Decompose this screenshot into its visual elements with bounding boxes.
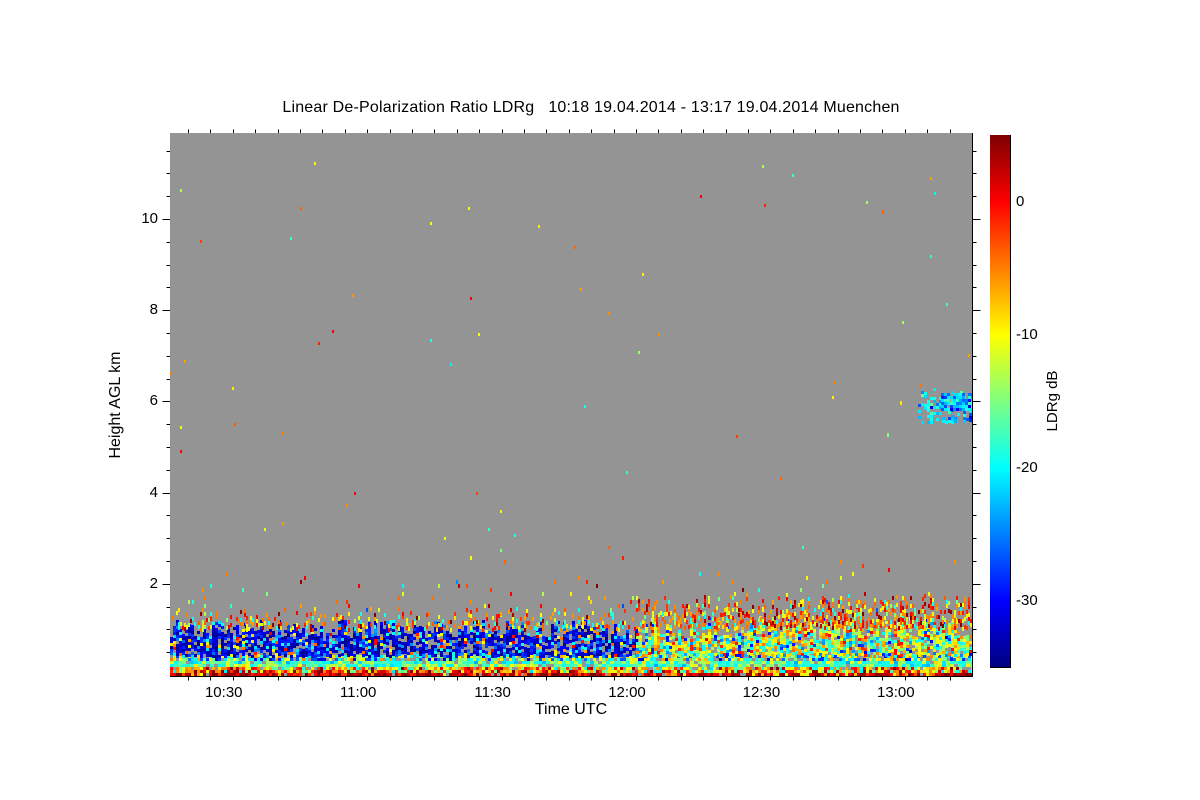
x-tick-label: 10:30 <box>204 684 243 701</box>
y-tick-label: 2 <box>149 574 158 592</box>
x-tick-label: 11:30 <box>474 684 511 701</box>
x-tick-label: 11:00 <box>339 684 377 701</box>
x-axis-label: Time UTC <box>534 701 608 718</box>
y-tick-label: 4 <box>149 483 158 501</box>
x-tick-label: 12:00 <box>608 684 646 701</box>
x-tick-label: 13:00 <box>877 684 915 701</box>
y-axis-label: Height AGL km <box>107 351 124 459</box>
heatmap-canvas <box>170 133 972 676</box>
y-tick-label: 10 <box>141 210 158 227</box>
x-tick-label: 12:30 <box>742 684 781 701</box>
colorbar-tick-label: 0 <box>1016 192 1025 210</box>
colorbar-canvas <box>990 135 1010 667</box>
y-tick-label: 8 <box>149 301 158 319</box>
colorbar-tick-label: -30 <box>1016 591 1038 609</box>
colorbar-label: LDRg dB <box>1044 370 1061 432</box>
quicklook-page: Linear De-Polarization Ratio LDRg 10:18 … <box>0 0 1200 800</box>
